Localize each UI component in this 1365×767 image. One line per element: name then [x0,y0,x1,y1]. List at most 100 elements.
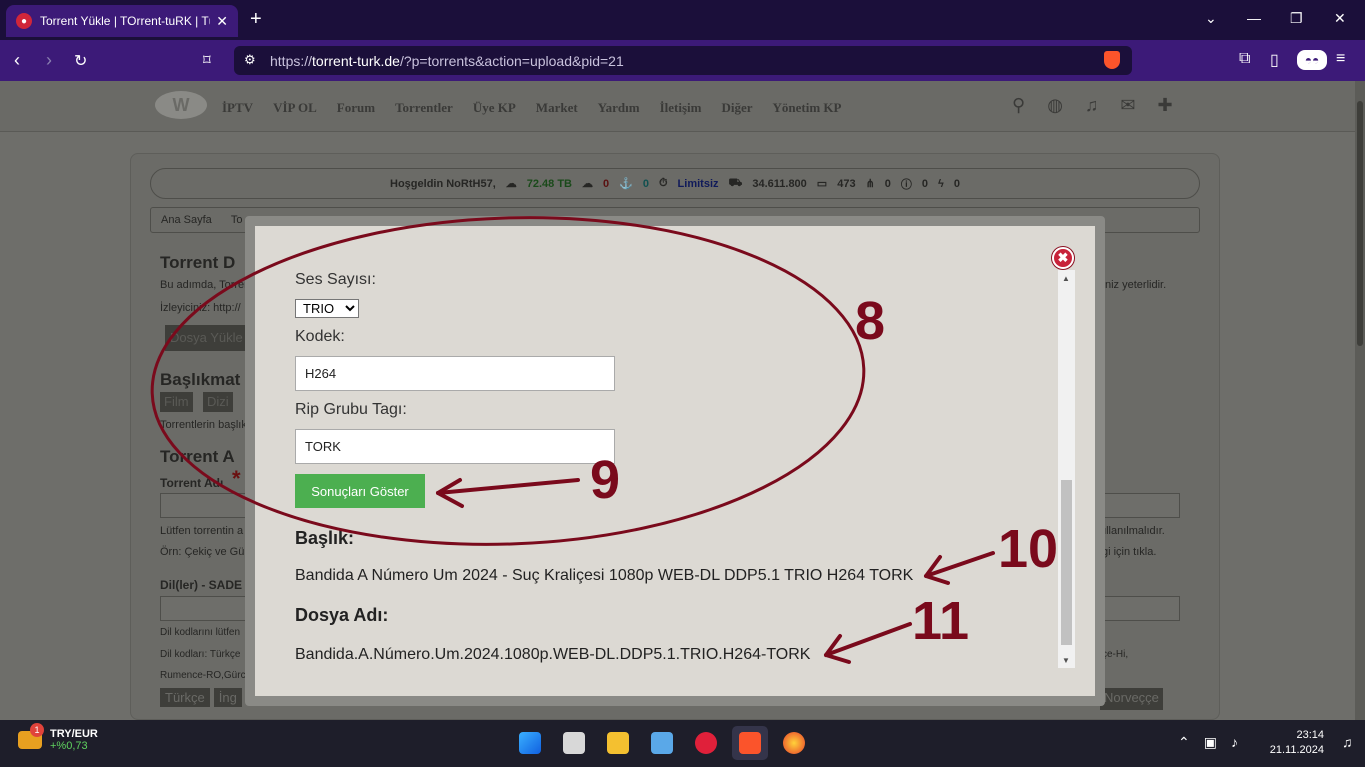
share-count: 0 [884,177,891,190]
file-upload-button[interactable]: Dosya Yükle [165,325,248,351]
menu-item-market[interactable]: Market [536,100,578,116]
menu-item-yonetim-kp[interactable]: Yönetim KP [773,100,842,116]
plus-icon[interactable]: ✚ [1158,95,1173,116]
name-hint-2-right: gi için tıkla. [1102,546,1157,558]
codec-label: Kodek: [295,328,345,345]
window-close-icon[interactable]: ✕ [1334,10,1346,27]
reader-glasses-icon[interactable]: ◓◓ [1297,50,1327,70]
chart-icon: 1 [18,723,44,749]
control-panel-button[interactable] [644,726,680,760]
tray-chevron-up-icon[interactable]: ⌃ [1178,734,1190,751]
tab-close-icon[interactable]: ✕ [216,13,228,30]
notification-bell-icon[interactable]: ♫ [1342,734,1353,750]
scroll-down-arrow-icon[interactable]: ▼ [1062,656,1070,665]
task-view-icon [563,732,585,754]
globe-icon[interactable]: ◍ [1047,95,1063,116]
name-hint-2: Örn: Çekiç ve Gül [160,546,247,558]
opera-button[interactable] [688,726,724,760]
breadcrumb-home[interactable]: Ana Sayfa [161,214,212,226]
menu-item-yardim[interactable]: Yardım [598,100,640,116]
menu-item-iletisim[interactable]: İletişim [660,100,702,116]
menu-item-iptv[interactable]: İPTV [222,100,253,116]
annotation-number-8: 8 [855,291,886,351]
lang-hint-3: Rumence-RO,Gürc [160,670,246,681]
browser-tab-bar: ● Torrent Yükle | TOrrent-tuRK | Tü ✕ + … [0,0,1365,40]
tab-search-chevron-icon[interactable]: ⌄ [1205,10,1217,27]
title-result-label: Başlık: [295,528,355,548]
filename-result-label: Dosya Adı: [295,605,389,625]
modal-scrollbar-thumb[interactable] [1061,480,1072,645]
mail-icon[interactable]: ✉ [1120,95,1135,116]
menu-item-diger[interactable]: Diğer [721,100,752,116]
intro-line-1: Bu adımda, Torrent [160,279,254,291]
bookmark-icon[interactable]: ⌑ [203,51,211,69]
lang-button-norvecce[interactable]: Norveççe [1100,688,1163,710]
share-icon: ⋔ [865,178,875,190]
clock-time: 23:14 [1296,729,1324,741]
sidebar-icon[interactable]: ▯ [1270,50,1279,70]
audio-count-select[interactable]: TRIO [295,299,359,318]
task-view-button[interactable] [556,726,592,760]
page-scrollbar-thumb[interactable] [1357,101,1363,346]
lang-hint-2-right: çe-Hi, [1102,649,1129,660]
search-icon[interactable]: ⚲ [1012,95,1025,116]
upload-cloud-icon: ☁ [505,178,517,190]
menu-item-uye-kp[interactable]: Üye KP [473,100,516,116]
minimize-icon[interactable]: — [1247,10,1261,26]
ticker-change: +%0,73 [50,740,88,752]
name-hint-1: Lütfen torrentin a [160,525,244,537]
maximize-icon[interactable]: ❐ [1290,10,1303,27]
brave-shield-icon[interactable] [1104,51,1120,69]
firefox-button[interactable] [776,726,812,760]
welcome-greeting: Hoşgeldin NoRtH57, [390,177,496,190]
menu-item-torrentler[interactable]: Torrentler [395,100,453,116]
breadcrumb-second[interactable]: To [231,214,243,226]
anchor-icon: ⚓ [619,178,633,190]
filename-result-value: Bandida.A.Número.Um.2024.1080p.WEB-DL.DD… [295,646,811,663]
url-domain: torrent-turk.de [312,52,400,69]
menu-item-forum[interactable]: Forum [337,100,375,116]
file-explorer-button[interactable] [600,726,636,760]
reload-icon[interactable]: ↻ [74,51,87,71]
scroll-up-arrow-icon[interactable]: ▲ [1062,274,1070,283]
site-settings-icon[interactable]: ⚙ [244,52,256,68]
windows-logo-icon [519,732,541,754]
upload-total: 72.48 TB [526,177,572,190]
timer-icon: ⏱ [658,177,668,189]
lang-button-turkce[interactable]: Türkçe [160,688,210,707]
new-tab-button[interactable]: + [250,8,262,31]
start-button[interactable] [512,726,548,760]
modal-close-button[interactable]: ✖ [1052,247,1074,269]
bell-icon[interactable]: ♫ [1085,95,1099,116]
rip-group-label: Rip Grubu Tagı: [295,401,407,418]
network-icon[interactable]: ▣ [1204,734,1217,751]
back-icon[interactable]: ‹ [14,50,20,71]
codec-input[interactable] [295,356,615,391]
film-button[interactable]: Film [160,392,193,412]
required-mark: * [232,466,241,491]
dizi-button[interactable]: Dizi [203,392,233,412]
annotation-number-9: 9 [590,450,621,510]
currency-widget[interactable]: 1 TRY/EUR +%0,73 [18,723,98,752]
lang-button-ingilizce[interactable]: İng [213,688,242,707]
rip-group-input[interactable] [295,429,615,464]
show-results-button[interactable]: Sonuçları Göster [295,474,425,508]
extensions-icon[interactable]: ⧉ [1239,50,1250,68]
brave-button[interactable] [732,726,768,760]
menu-hamburger-icon[interactable]: ≡ [1336,50,1345,68]
volume-icon[interactable]: ♪ [1231,734,1238,751]
browser-tab-active[interactable]: ● Torrent Yükle | TOrrent-tuRK | Tü ✕ [6,5,238,37]
download-cloud-icon: ☁ [582,178,593,190]
basket-icon: ⛟ [728,176,743,189]
forward-icon[interactable]: › [46,50,52,71]
clock-date: 21.11.2024 [1269,744,1324,756]
address-bar[interactable]: ⚙ https://torrent-turk.de/?p=torrents&ac… [234,46,1132,75]
comment-count: 473 [837,177,856,190]
site-logo[interactable]: W [155,91,207,119]
page-scrollbar[interactable] [1355,81,1365,720]
opera-icon [695,732,717,754]
modal-scrollbar[interactable]: ▲ ▼ [1058,270,1075,668]
comment-icon: ▭ [816,178,828,190]
menu-item-vip[interactable]: VİP OL [273,100,317,116]
system-clock[interactable]: 23:14 21.11.2024 [1262,728,1324,758]
